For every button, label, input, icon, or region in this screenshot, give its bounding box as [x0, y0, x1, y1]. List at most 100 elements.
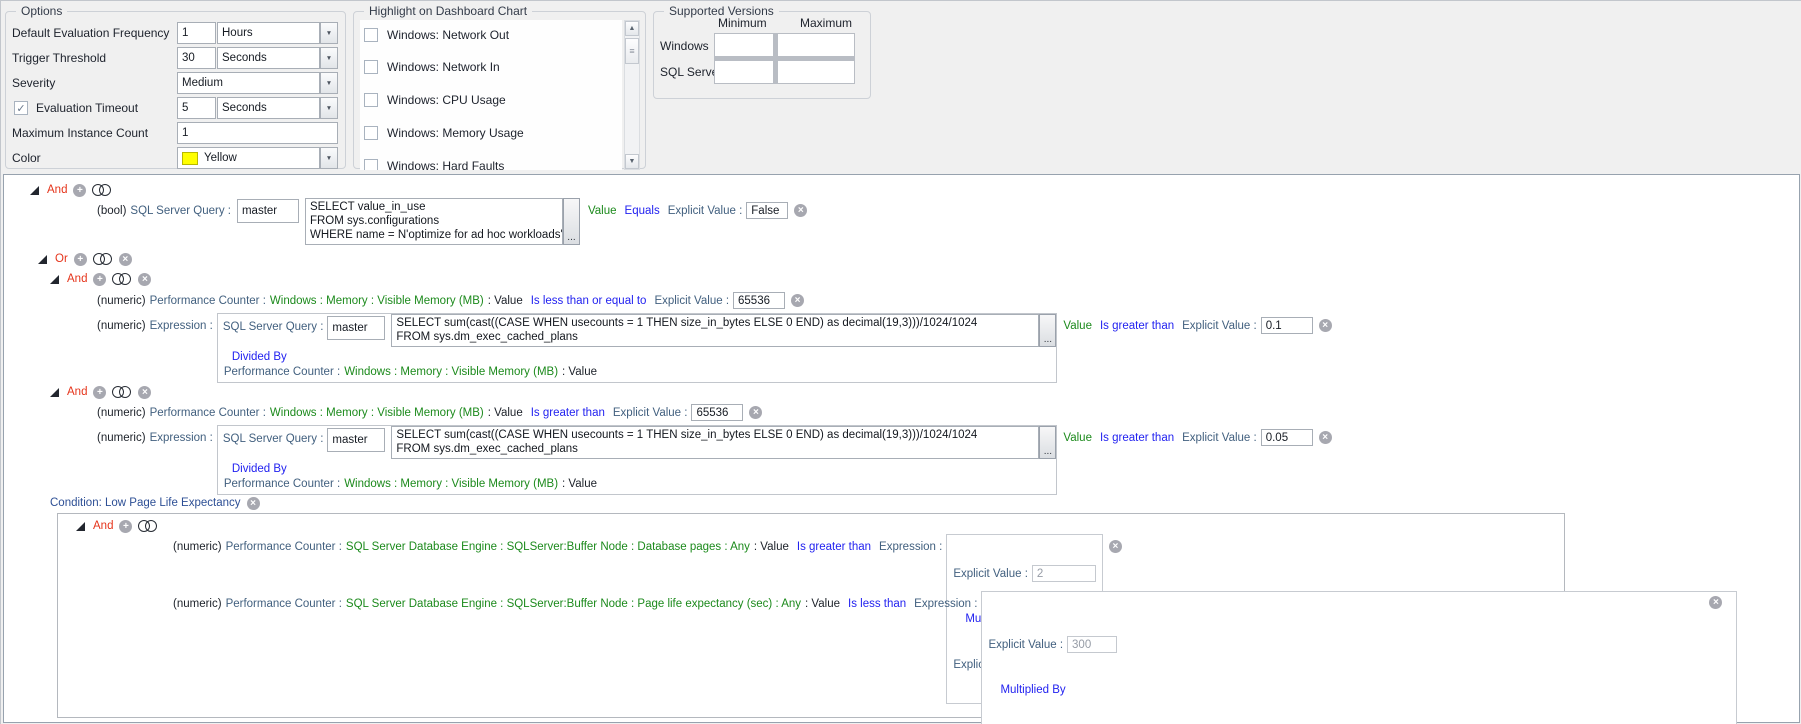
comparison-operator[interactable]: Is greater than — [1100, 313, 1174, 333]
explicit-value-input[interactable]: 2 — [1031, 565, 1096, 582]
list-item[interactable]: Windows: Network Out — [364, 28, 509, 42]
frequency-value-input[interactable]: 1 — [177, 22, 216, 44]
nested-condition-label[interactable]: Condition: Low Page Life Expectancy — [50, 496, 241, 510]
chevron-down-icon[interactable]: ▼ — [320, 47, 338, 69]
node-type: Expression : — [149, 320, 213, 332]
group-icon[interactable] — [112, 272, 132, 286]
expression-box: SQL Server Query : master SELECT sum(cas… — [216, 425, 1058, 495]
explicit-value-input[interactable]: 65536 — [733, 292, 786, 309]
scroll-down-icon[interactable]: ▼ — [625, 154, 639, 169]
delete-icon[interactable]: × — [246, 496, 260, 510]
chevron-down-icon[interactable]: ▼ — [320, 147, 338, 169]
expanded-icon[interactable] — [38, 254, 47, 264]
explicit-value-input[interactable]: 300 — [1067, 636, 1118, 653]
group-icon[interactable] — [138, 519, 158, 533]
counter-path: Windows : Memory : Visible Memory (MB) — [269, 294, 484, 307]
list-item[interactable]: Windows: CPU Usage — [364, 93, 506, 107]
counter-path: SQL Server Database Engine : SQLServer:B… — [345, 598, 802, 610]
scrollbar-thumb[interactable]: ≡ — [625, 38, 639, 64]
delete-icon[interactable]: × — [1318, 431, 1332, 444]
expanded-icon[interactable] — [30, 185, 39, 195]
highlight-scrollbar[interactable]: ▲ ≡ ▼ — [624, 20, 640, 170]
comparison-operator[interactable]: Is greater than — [1100, 425, 1174, 445]
trigger-threshold-label: Trigger Threshold — [12, 51, 107, 65]
list-item[interactable]: Windows: Hard Faults — [364, 159, 504, 170]
comparison-operator[interactable]: Is greater than — [797, 534, 871, 554]
delete-icon[interactable]: × — [138, 272, 152, 286]
comparison-operator[interactable]: Is less than or equal to — [531, 294, 647, 308]
sql-text-input[interactable]: SELECT sum(cast((CASE WHEN usecounts = 1… — [391, 314, 1040, 347]
sql-text-input[interactable]: SELECT sum(cast((CASE WHEN usecounts = 1… — [391, 426, 1040, 459]
trigger-value-input[interactable]: 30 — [177, 47, 216, 69]
sqlserver-min-input[interactable] — [715, 61, 773, 83]
color-select[interactable]: Yellow — [177, 147, 320, 169]
expanded-icon[interactable] — [50, 274, 59, 284]
logical-operator[interactable]: And — [93, 519, 113, 533]
group-icon[interactable] — [92, 183, 112, 197]
operand-type: Explicit Value : — [988, 638, 1064, 651]
database-input[interactable]: master — [327, 428, 386, 452]
delete-icon[interactable]: × — [118, 252, 132, 266]
sql-editor-button[interactable]: ... — [1039, 426, 1057, 459]
delete-icon[interactable]: × — [138, 385, 152, 399]
nested-condition-label-row: Condition: Low Page Life Expectancy × — [50, 496, 260, 510]
math-operator[interactable]: Divided By — [232, 350, 1057, 364]
evaluation-timeout-checkbox[interactable]: ✓ — [14, 101, 28, 115]
add-icon[interactable]: + — [119, 519, 133, 533]
chevron-down-icon[interactable]: ▼ — [320, 97, 338, 119]
math-operator[interactable]: Multiplied By — [1000, 683, 1730, 697]
explicit-value-input[interactable]: 0.1 — [1260, 317, 1313, 334]
timeout-unit-select[interactable]: Seconds — [217, 97, 320, 119]
add-icon[interactable]: + — [93, 272, 107, 286]
group-icon[interactable] — [112, 385, 132, 399]
sql-text-input[interactable]: SELECT value_in_use FROM sys.configurati… — [304, 198, 563, 245]
max-instance-input[interactable]: 1 — [177, 122, 338, 144]
comparison-operator[interactable]: Is greater than — [531, 406, 605, 420]
logical-operator[interactable]: And — [67, 385, 87, 399]
logical-operator[interactable]: And — [67, 272, 87, 286]
delete-icon[interactable]: × — [791, 294, 805, 307]
severity-select[interactable]: Medium — [177, 72, 320, 94]
sqlserver-max-input[interactable] — [778, 61, 854, 83]
timeout-value-input[interactable]: 5 — [177, 97, 216, 119]
chevron-down-icon[interactable]: ▼ — [320, 22, 338, 44]
add-icon[interactable]: + — [73, 252, 87, 266]
add-icon[interactable]: + — [93, 385, 107, 399]
delete-icon[interactable]: × — [1318, 319, 1332, 332]
chevron-down-icon[interactable]: ▼ — [320, 72, 338, 94]
comparison-operator[interactable]: Is less than — [848, 591, 906, 611]
scroll-up-icon[interactable]: ▲ — [625, 21, 639, 36]
highlight-checkbox[interactable] — [364, 126, 378, 140]
trigger-unit-select[interactable]: Seconds — [217, 47, 320, 69]
comparison-operator[interactable]: Equals — [625, 198, 660, 218]
math-operator[interactable]: Divided By — [232, 462, 1057, 476]
windows-max-input[interactable] — [778, 34, 854, 56]
expanded-icon[interactable] — [50, 387, 59, 397]
database-input[interactable]: master — [236, 199, 299, 223]
list-item[interactable]: Windows: Network In — [364, 60, 500, 74]
sql-editor-button[interactable]: ... — [562, 198, 580, 245]
delete-icon[interactable]: × — [1108, 540, 1122, 553]
windows-min-input[interactable] — [715, 34, 773, 56]
sql-editor-button[interactable]: ... — [1039, 314, 1057, 347]
database-input[interactable]: master — [327, 316, 386, 340]
explicit-value-input[interactable]: 0.05 — [1260, 429, 1313, 446]
evaluation-timeout-row: ✓ Evaluation Timeout 5 Seconds ▼ — [12, 97, 342, 119]
add-icon[interactable]: + — [73, 183, 87, 197]
highlight-checkbox[interactable] — [364, 28, 378, 42]
highlight-checkbox[interactable] — [364, 93, 378, 107]
expanded-icon[interactable] — [76, 521, 85, 531]
perf-counter-expression-row: (numeric) Performance Counter : SQL Serv… — [173, 591, 1738, 724]
group-icon[interactable] — [92, 252, 113, 266]
explicit-value-input[interactable]: False — [746, 202, 789, 219]
delete-icon[interactable]: × — [749, 406, 763, 419]
delete-icon[interactable]: × — [794, 204, 808, 217]
explicit-value-input[interactable]: 65536 — [691, 404, 744, 421]
list-item[interactable]: Windows: Memory Usage — [364, 126, 524, 140]
logical-operator[interactable]: And — [47, 183, 67, 197]
highlight-checkbox[interactable] — [364, 60, 378, 74]
highlight-checkbox[interactable] — [364, 159, 378, 170]
logical-operator[interactable]: Or — [55, 252, 68, 266]
frequency-unit-select[interactable]: Hours — [217, 22, 320, 44]
delete-icon[interactable]: × — [1709, 596, 1723, 609]
